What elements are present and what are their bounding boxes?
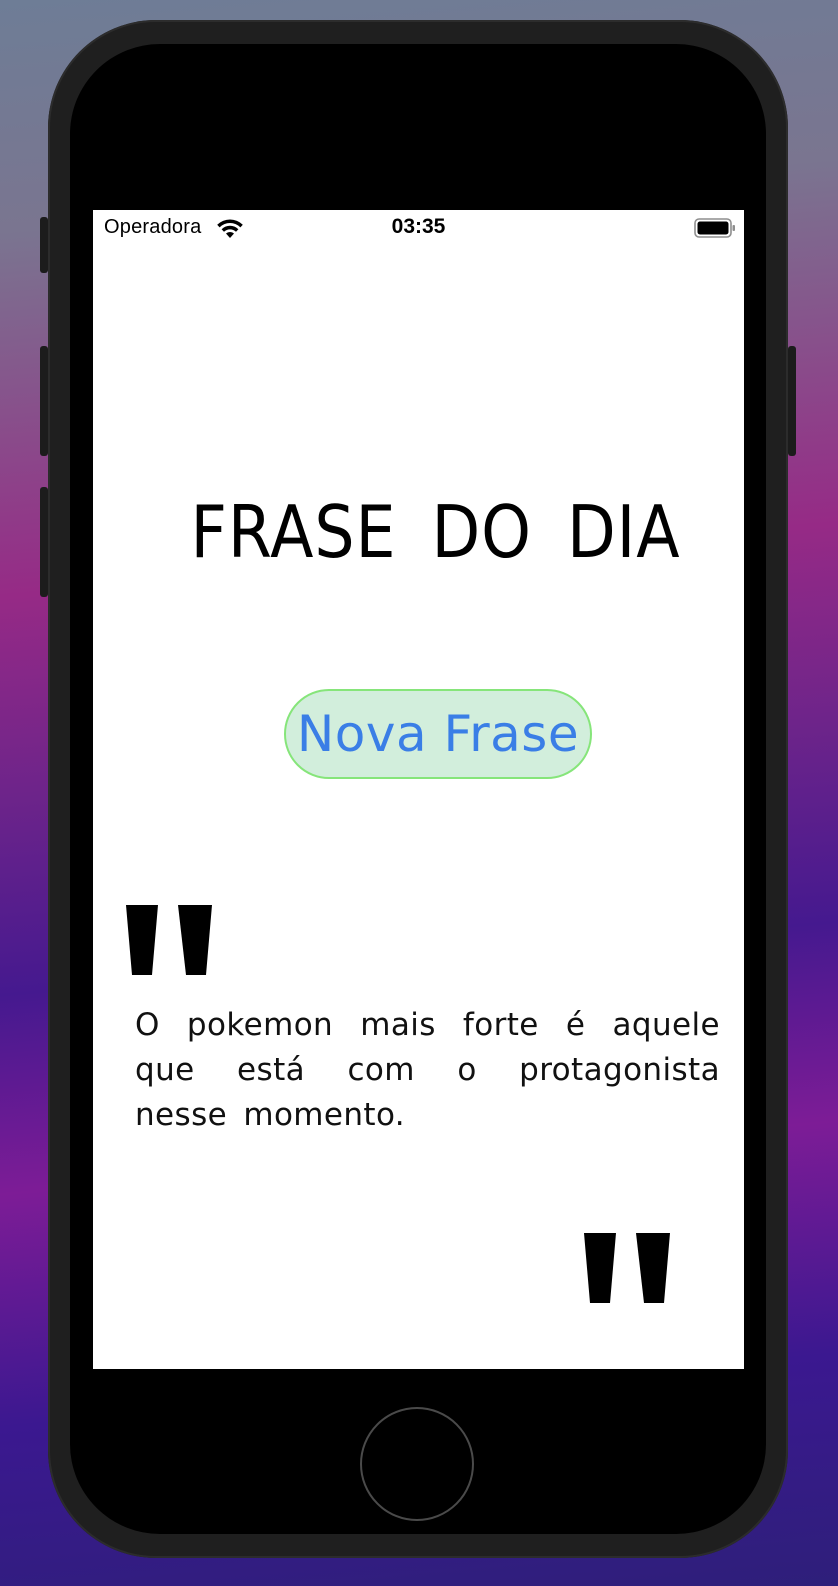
battery-icon <box>694 217 735 238</box>
quote-text: O pokemon mais forte é aquele que está c… <box>135 1007 720 1133</box>
page-title: FRASE DO DIA <box>190 490 681 574</box>
volume-down-button <box>40 487 48 597</box>
quote-mark-icon <box>584 1233 672 1305</box>
app-screen: Operadora 03:35 FRASE DO DIA Nova Frase … <box>93 210 744 1369</box>
new-phrase-button[interactable]: Nova Frase <box>284 689 592 779</box>
volume-up-button <box>40 346 48 456</box>
quote-mark-icon <box>126 905 214 977</box>
status-time: 03:35 <box>391 215 446 238</box>
status-bar: Operadora 03:35 <box>93 210 744 248</box>
home-button[interactable] <box>360 1407 474 1521</box>
power-button <box>788 346 796 456</box>
mute-switch <box>40 217 48 273</box>
